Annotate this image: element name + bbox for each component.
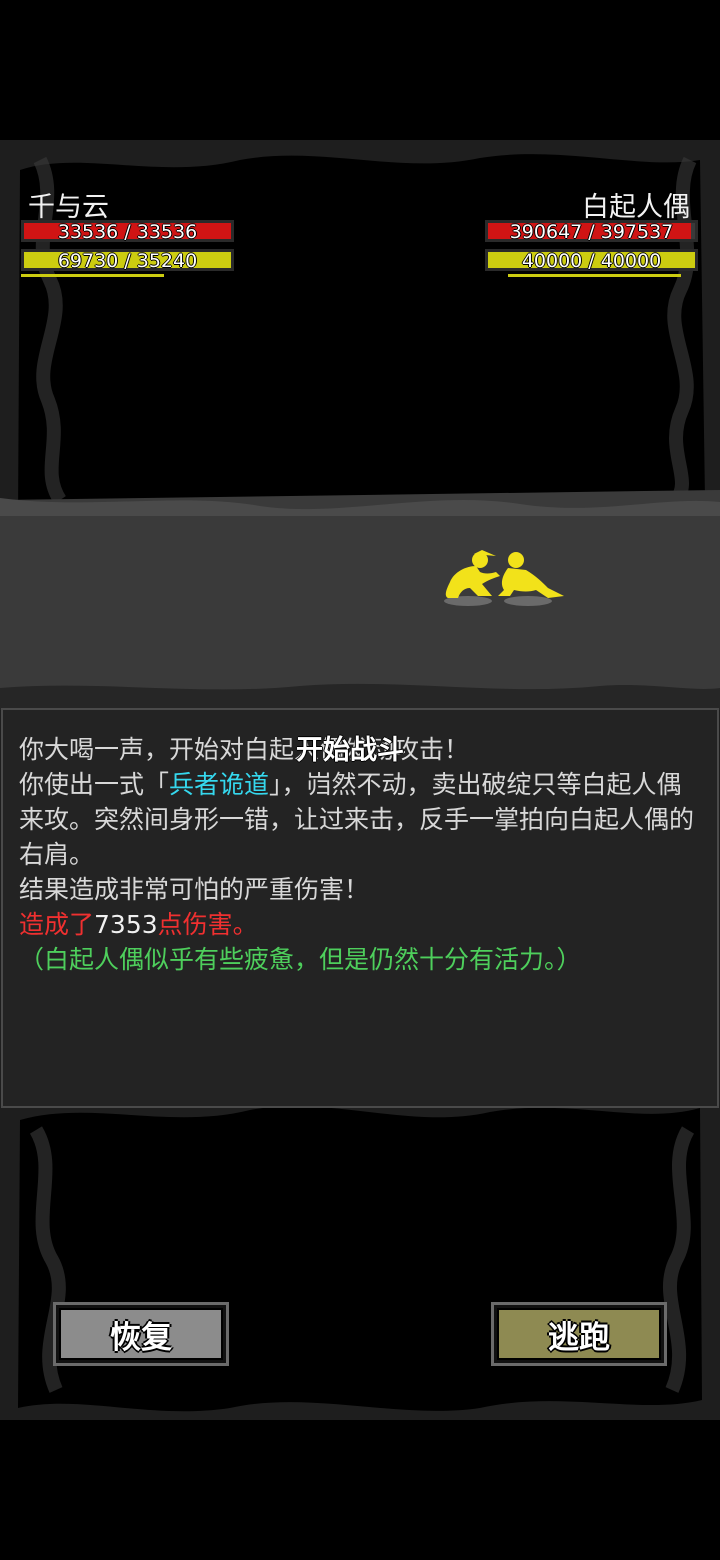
log-line-skill: 你使出一式「兵者诡道」，岿然不动，卖出破绽只等白起人偶来攻。突然间身形一错，让过… xyxy=(19,767,703,872)
restore-button[interactable]: 恢复 xyxy=(53,1302,229,1366)
player-name: 千与云 xyxy=(28,192,109,223)
battle-log: 你大喝一声，开始对白起人偶发动攻击！ 你使出一式「兵者诡道」，岿然不动，卖出破绽… xyxy=(1,708,719,1108)
log-line-status: （白起人偶似乎有些疲惫，但是仍然十分有活力。） xyxy=(19,945,582,974)
log-skill-prefix: 你使出一式「 xyxy=(19,770,170,799)
log-line-damage: 造成了7353点伤害。 xyxy=(19,907,703,942)
bottom-letterbox xyxy=(0,1420,720,1560)
player-extra-bar xyxy=(21,274,164,277)
log-skill-name: 兵者诡道 xyxy=(169,770,270,799)
battle-start-banner: 开始战斗 xyxy=(296,735,404,766)
flee-button[interactable]: 逃跑 xyxy=(491,1302,667,1366)
enemy-mp-bar: 40000 / 40000 xyxy=(485,249,698,272)
log-line-result: 结果造成非常可怕的严重伤害！ xyxy=(19,875,370,904)
enemy-shadow xyxy=(504,596,552,606)
damage-prefix: 造成了 xyxy=(19,910,95,939)
restore-button-label: 恢复 xyxy=(59,1308,223,1360)
top-letterbox xyxy=(0,0,720,140)
enemy-name: 白起人偶 xyxy=(582,192,690,223)
enemy-extra-bar xyxy=(508,274,681,277)
battle-log-text: 你大喝一声，开始对白起人偶发动攻击！ 你使出一式「兵者诡道」，岿然不动，卖出破绽… xyxy=(19,732,703,977)
enemy-figure xyxy=(498,552,564,598)
player-mp-bar: 69730 / 35240 xyxy=(21,249,234,272)
fighter-sprites xyxy=(444,550,564,606)
enemy-mp-text: 40000 / 40000 xyxy=(521,250,662,272)
player-hp-bar: 33536 / 33536 xyxy=(21,220,234,243)
player-mp-text: 69730 / 35240 xyxy=(57,250,198,272)
enemy-hp-bar: 390647 / 397537 xyxy=(485,220,698,243)
flee-button-label: 逃跑 xyxy=(497,1308,661,1360)
player-hp-text: 33536 / 33536 xyxy=(57,221,198,243)
damage-suffix: 点伤害。 xyxy=(157,910,258,939)
player-figure xyxy=(445,550,500,598)
damage-value: 7353 xyxy=(94,910,158,939)
enemy-hp-text: 390647 / 397537 xyxy=(509,221,674,243)
